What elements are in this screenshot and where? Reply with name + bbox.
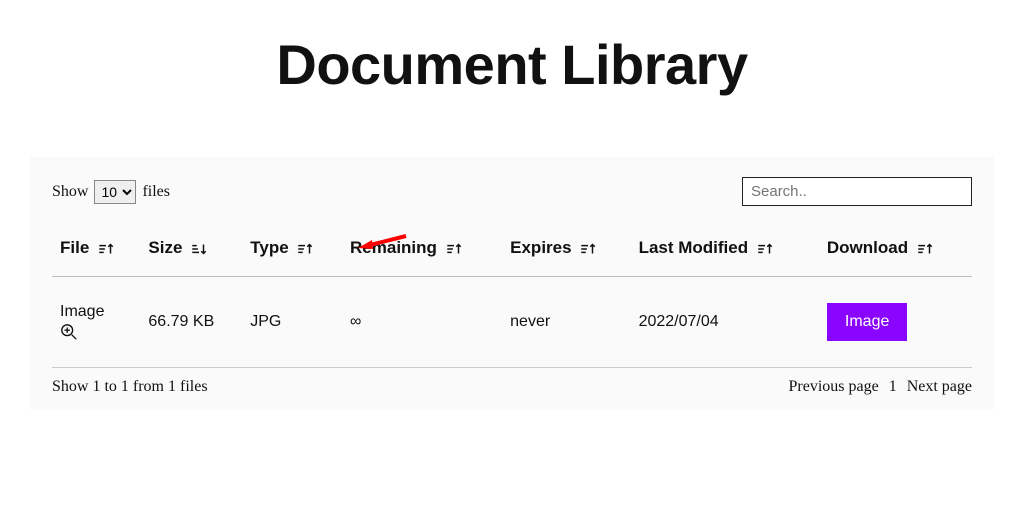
col-expires-label: Expires (510, 238, 571, 257)
cell-download: Image (819, 277, 972, 368)
prev-page[interactable]: Previous page (788, 378, 878, 396)
cell-size: 66.79 KB (140, 277, 242, 368)
sort-icon (97, 240, 115, 258)
col-last-modified-label: Last Modified (639, 238, 749, 257)
col-file[interactable]: File (52, 228, 140, 277)
col-type-label: Type (250, 238, 288, 257)
page-size-select[interactable]: 10 (94, 180, 136, 204)
files-label: files (142, 183, 170, 201)
col-expires[interactable]: Expires (502, 228, 630, 277)
pager: Previous page 1 Next page (788, 378, 972, 396)
cell-expires: never (502, 277, 630, 368)
table-row: Image 66.79 KB JPG ∞ never 2022/07/04 Im… (52, 277, 972, 368)
sort-icon (916, 240, 934, 258)
col-type[interactable]: Type (242, 228, 342, 277)
col-download[interactable]: Download (819, 228, 972, 277)
sort-icon (445, 240, 463, 258)
col-size[interactable]: Size (140, 228, 242, 277)
col-last-modified[interactable]: Last Modified (631, 228, 819, 277)
sort-icon (579, 240, 597, 258)
cell-file: Image (52, 277, 140, 368)
topbar: Show 10 files (52, 177, 972, 206)
library-panel: Show 10 files File Size Type (30, 157, 994, 410)
table-footer: Show 1 to 1 from 1 files Previous page 1… (52, 378, 972, 396)
cell-last-modified: 2022/07/04 (631, 277, 819, 368)
next-page[interactable]: Next page (907, 378, 972, 396)
summary-text: Show 1 to 1 from 1 files (52, 378, 208, 396)
cell-type: JPG (242, 277, 342, 368)
page-size-control: Show 10 files (52, 180, 170, 204)
zoom-in-icon[interactable] (60, 323, 78, 341)
sort-icon (296, 240, 314, 258)
download-button[interactable]: Image (827, 303, 907, 341)
cell-remaining: ∞ (342, 277, 502, 368)
search-input[interactable] (742, 177, 972, 206)
col-file-label: File (60, 238, 89, 257)
page-title: Document Library (0, 32, 1024, 97)
col-size-label: Size (148, 238, 182, 257)
current-page: 1 (889, 378, 897, 396)
file-name: Image (60, 303, 104, 321)
show-label: Show (52, 183, 88, 201)
sort-icon (756, 240, 774, 258)
col-remaining[interactable]: Remaining (342, 228, 502, 277)
sort-desc-icon (190, 240, 208, 258)
col-remaining-label: Remaining (350, 238, 437, 257)
col-download-label: Download (827, 238, 908, 257)
files-table: File Size Type Remaining Expires (52, 228, 972, 368)
